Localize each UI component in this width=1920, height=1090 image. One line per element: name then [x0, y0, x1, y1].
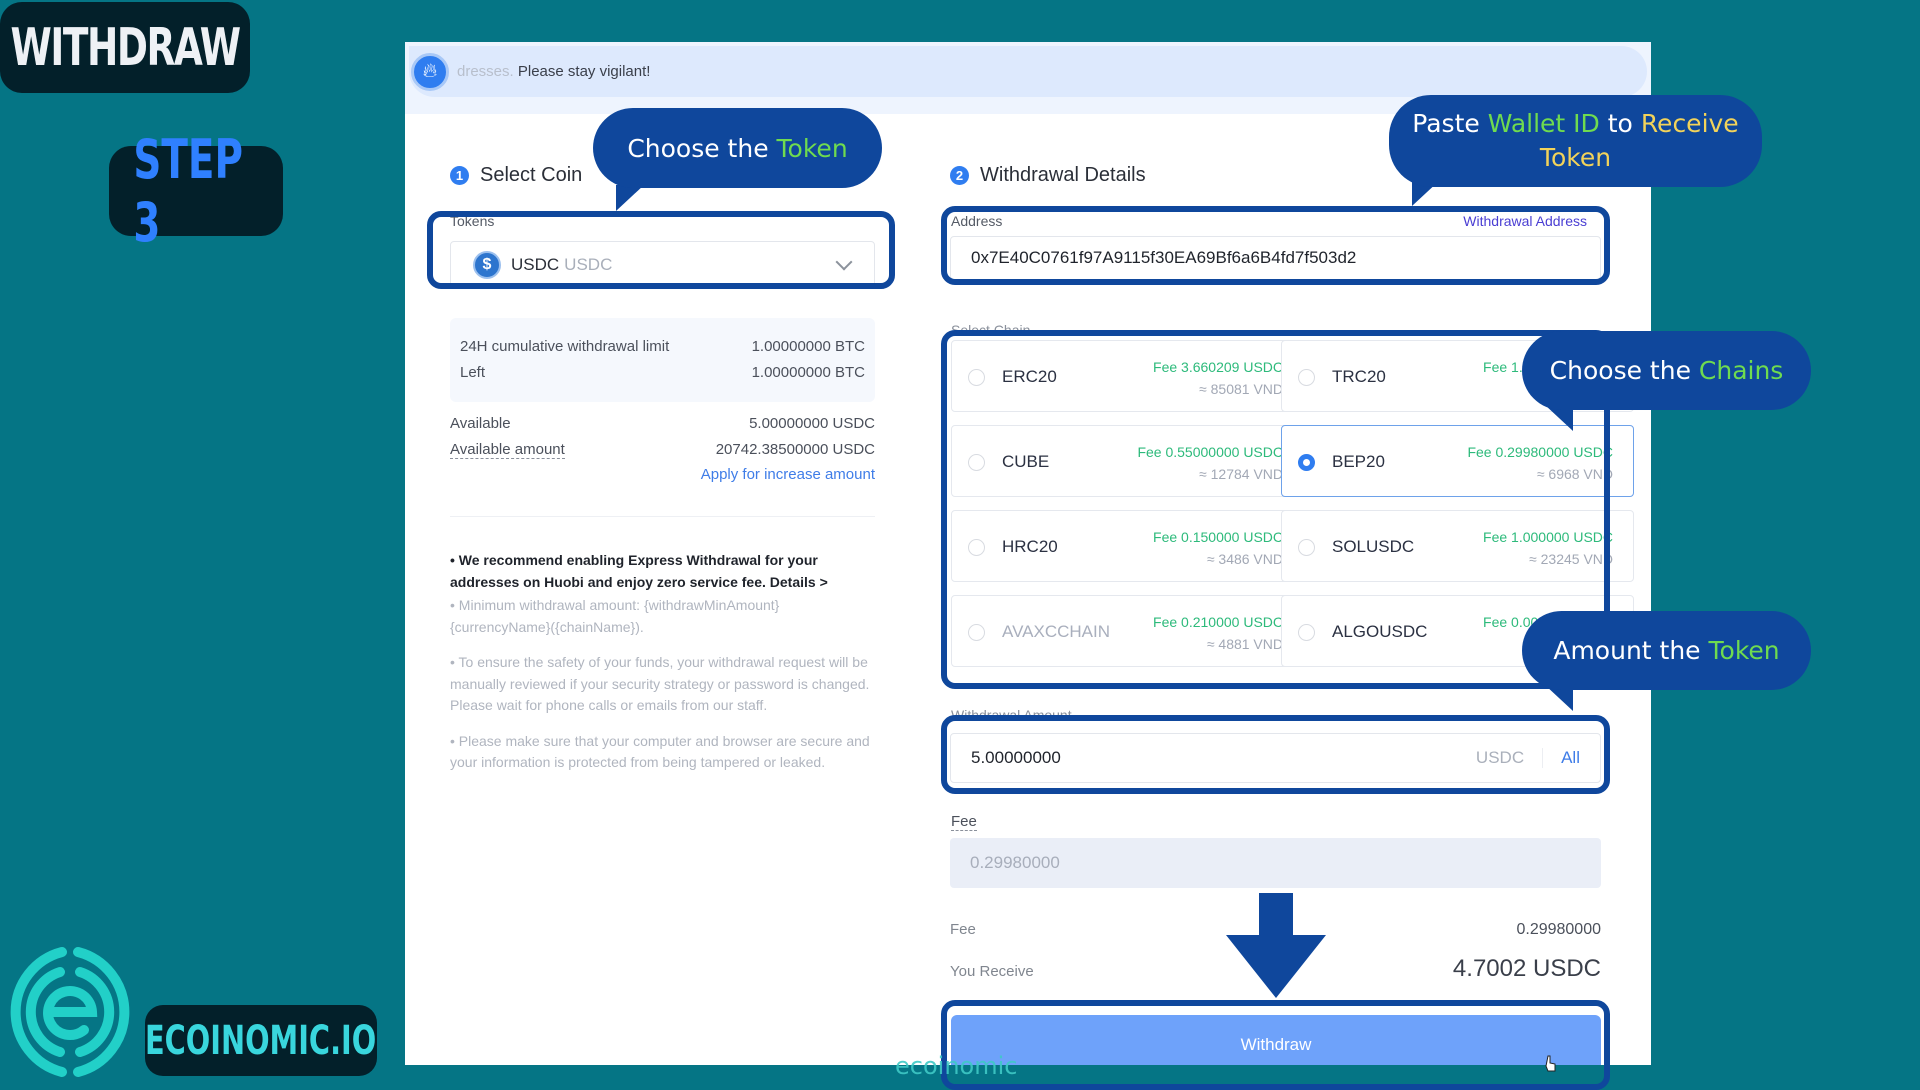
huobi-flame-icon: 🔥︎ — [411, 52, 449, 91]
note-item: • To ensure the safety of your funds, yo… — [450, 654, 870, 713]
available-row: Available 5.00000000 USDC — [450, 415, 875, 432]
step-badge-text: STEP 3 — [133, 128, 243, 254]
bubble-text: Choose the — [1549, 356, 1699, 385]
bubble-highlight: Chains — [1698, 356, 1784, 385]
amount-token-bubble: Amount the Token — [1522, 611, 1811, 690]
express-withdrawal-note[interactable]: • We recommend enabling Express Withdraw… — [450, 550, 880, 593]
bubble-highlight: Token — [1708, 636, 1780, 665]
withdrawal-details-title: Withdrawal Details — [980, 164, 1146, 186]
withdrawal-notes: • We recommend enabling Express Withdraw… — [450, 550, 880, 788]
bubble-tail — [616, 185, 644, 211]
limit-value: 1.00000000 BTC — [751, 364, 865, 381]
choose-chains-bubble: Choose the Chains — [1522, 331, 1811, 410]
bubble-highlight: Token — [1539, 143, 1612, 172]
limit-row: 24H cumulative withdrawal limit 1.000000… — [460, 338, 865, 355]
select-coin-title: Select Coin — [480, 164, 583, 186]
available-amount-value: 20742.38500000 USDC — [715, 441, 875, 458]
summary-fee-label: Fee — [950, 921, 976, 938]
fee-label: Fee — [951, 813, 977, 831]
summary-fee-value: 0.29980000 — [1516, 921, 1601, 938]
withdrawal-details-heading: 2 Withdrawal Details — [950, 164, 1146, 187]
you-receive-value: 4.7002 USDC — [1452, 955, 1601, 982]
security-banner: 🔥︎ dresses. Please stay vigilant! — [409, 46, 1647, 97]
address-highlight-box — [941, 206, 1610, 285]
apply-increase-link[interactable]: Apply for increase amount — [450, 466, 875, 483]
bubble-highlight: Wallet ID — [1487, 109, 1600, 138]
banner-text: dresses. Please stay vigilant! — [457, 63, 650, 80]
limit-label: Left — [460, 364, 486, 381]
title-badge: WITHDRAW — [0, 2, 250, 93]
step-number-badge: 2 — [950, 166, 969, 185]
bubble-text: Paste — [1412, 109, 1488, 138]
bubble-text: Choose the — [627, 133, 777, 163]
paste-wallet-bubble: Paste Wallet ID to Receive Token — [1389, 95, 1762, 187]
note-item: • Please make sure that your computer an… — [450, 732, 870, 771]
select-coin-heading: 1 Select Coin — [450, 164, 582, 187]
you-receive-label: You Receive — [950, 963, 1034, 980]
ecoinomic-logo-icon — [10, 947, 130, 1077]
bubble-text: Amount the — [1553, 636, 1709, 665]
arrow-down-icon — [1226, 893, 1326, 998]
brand-badge: ECOINOMIC.IO — [145, 1005, 377, 1076]
fee-input: 0.29980000 — [950, 838, 1601, 888]
note-item: • Minimum withdrawal amount: {withdrawMi… — [450, 597, 780, 635]
limit-label: 24H cumulative withdrawal limit — [460, 338, 670, 355]
banner-text-faded: dresses. — [457, 63, 514, 80]
banner-text-main: Please stay vigilant! — [513, 63, 651, 80]
available-label: Available — [450, 415, 511, 432]
bubble-text: to — [1599, 109, 1641, 138]
withdraw-highlight-box — [941, 1000, 1610, 1090]
token-highlight-box — [427, 211, 895, 289]
title-badge-text: WITHDRAW — [10, 17, 241, 78]
hand-cursor-icon — [1545, 1055, 1556, 1072]
withdrawal-limits-box: 24H cumulative withdrawal limit 1.000000… — [450, 318, 875, 402]
divider — [450, 516, 875, 517]
watermark: ecoinomic — [895, 1052, 1018, 1080]
step-number-badge: 1 — [450, 166, 469, 185]
amount-highlight-box — [941, 715, 1610, 794]
bubble-highlight: Token — [776, 133, 848, 163]
available-amount-label: Available amount — [450, 441, 565, 459]
chain-highlight-box — [941, 330, 1610, 689]
choose-token-bubble: Choose the Token — [593, 108, 882, 188]
limit-value: 1.00000000 BTC — [751, 338, 865, 355]
limit-row: Left 1.00000000 BTC — [460, 364, 865, 381]
brand-badge-text: ECOINOMIC.IO — [145, 1017, 377, 1064]
available-amount-row: Available amount 20742.38500000 USDC — [450, 441, 875, 459]
available-value: 5.00000000 USDC — [749, 415, 875, 432]
bubble-highlight: Receive — [1640, 109, 1739, 138]
step-badge: STEP 3 — [109, 128, 283, 254]
